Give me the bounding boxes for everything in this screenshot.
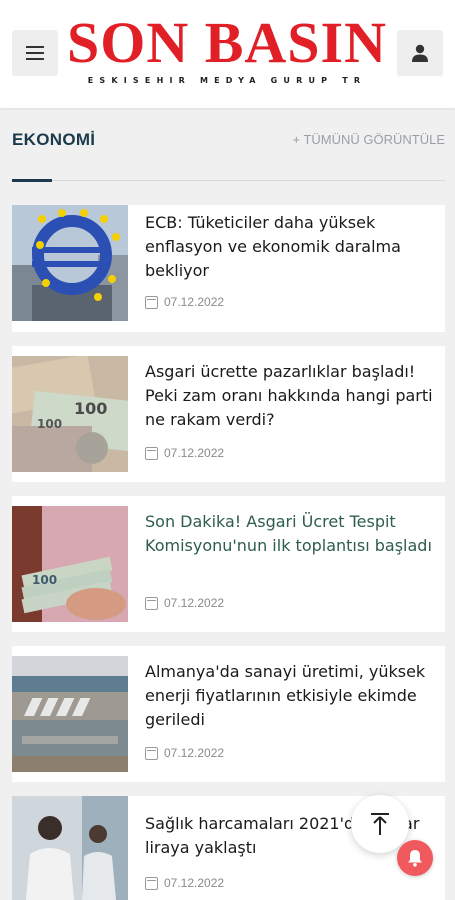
article-thumbnail[interactable]: 100 [12, 506, 128, 622]
calendar-icon [145, 446, 158, 460]
article-date: 07.12.2022 [145, 295, 224, 309]
site-logo[interactable]: SON BASIN ESKISEHIR MEDYA GURUP TR [62, 10, 392, 86]
logo-subtitle: ESKISEHIR MEDYA GURUP TR [87, 76, 367, 85]
arrow-up-icon [371, 813, 389, 835]
calendar-icon [145, 596, 158, 610]
article-date-text: 07.12.2022 [164, 446, 225, 460]
article-card[interactable]: ECB: Tüketiciler daha yüksek enflasyon v… [12, 205, 445, 332]
article-thumbnail[interactable] [12, 796, 128, 900]
section-title: EKONOMİ [12, 130, 96, 149]
article-card[interactable]: Almanya'da sanayi üretimi, yüksek enerji… [12, 646, 445, 782]
bell-icon [408, 850, 422, 867]
section-divider [12, 180, 445, 181]
section-header: EKONOMİ + TÜMÜNÜ GÖRÜNTÜLE [12, 126, 445, 182]
calendar-icon [145, 746, 158, 760]
article-date: 07.12.2022 [145, 596, 224, 610]
menu-button[interactable] [12, 30, 58, 76]
svg-text:100: 100 [37, 417, 62, 431]
article-date-text: 07.12.2022 [164, 746, 225, 760]
article-card[interactable]: 100 Son Dakika! Asgari Ücret Tespit Komi… [12, 496, 445, 632]
article-date-text: 07.12.2022 [164, 295, 225, 309]
article-title[interactable]: Son Dakika! Asgari Ücret Tespit Komisyon… [145, 510, 435, 558]
user-icon [412, 44, 428, 62]
scroll-to-top-button[interactable] [351, 795, 409, 853]
article-thumbnail[interactable] [12, 656, 128, 772]
article-date-text: 07.12.2022 [164, 596, 225, 610]
calendar-icon [145, 876, 158, 890]
article-date: 07.12.2022 [145, 876, 224, 890]
notification-button[interactable] [397, 840, 433, 876]
article-date: 07.12.2022 [145, 746, 224, 760]
logo-title: SON BASIN [66, 10, 388, 75]
article-title[interactable]: Asgari ücrette pazarlıklar başladı! Peki… [145, 360, 435, 432]
section-divider-accent [12, 179, 52, 182]
hamburger-icon [26, 46, 44, 60]
article-title[interactable]: Almanya'da sanayi üretimi, yüksek enerji… [145, 660, 435, 732]
calendar-icon [145, 295, 158, 309]
see-all-link[interactable]: + TÜMÜNÜ GÖRÜNTÜLE [292, 132, 445, 147]
article-thumbnail[interactable] [12, 205, 128, 321]
article-title[interactable]: ECB: Tüketiciler daha yüksek enflasyon v… [145, 211, 435, 283]
article-card[interactable]: 100 100 Asgari ücrette pazarlıklar başla… [12, 346, 445, 482]
svg-text:100: 100 [32, 573, 57, 587]
site-header: SON BASIN ESKISEHIR MEDYA GURUP TR [0, 0, 455, 108]
article-date: 07.12.2022 [145, 446, 224, 460]
article-date-text: 07.12.2022 [164, 876, 225, 890]
svg-text:100: 100 [74, 399, 107, 418]
user-button[interactable] [397, 30, 443, 76]
article-thumbnail[interactable]: 100 100 [12, 356, 128, 472]
